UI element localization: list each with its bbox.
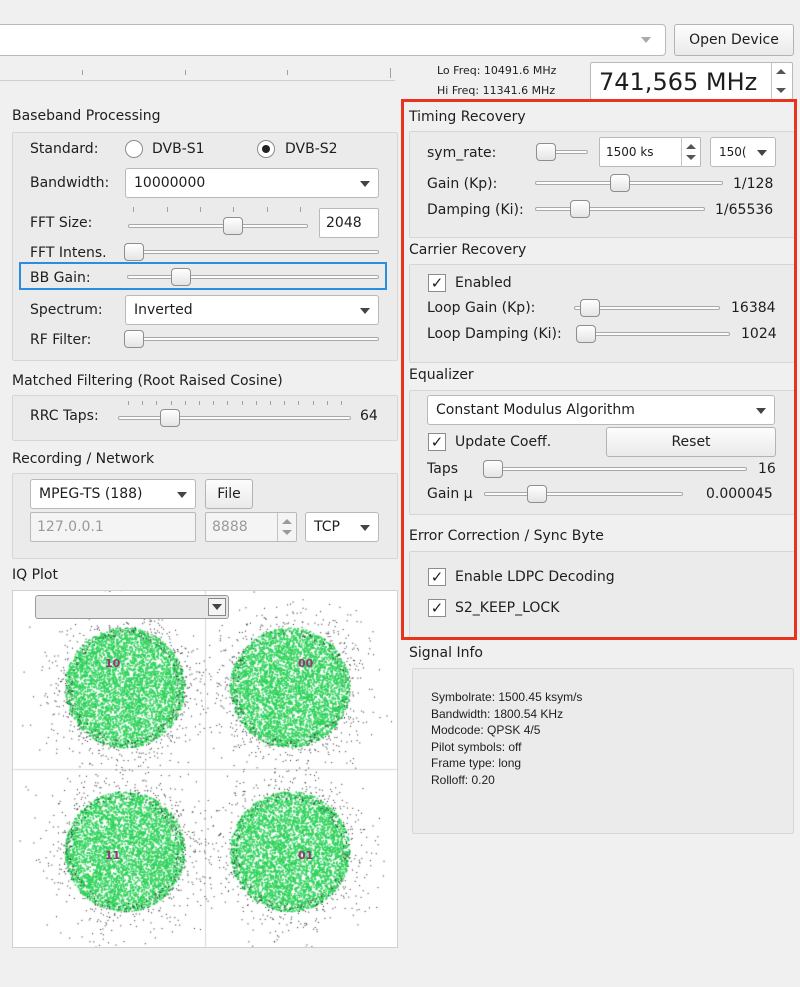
format-select[interactable]: MPEG-TS (188) (30, 479, 196, 509)
signal-info-frame: Frame type: long (431, 756, 522, 770)
rf-filter-slider[interactable] (127, 337, 379, 341)
bandwidth-label: Bandwidth: (30, 175, 110, 191)
port-spinbox[interactable]: 8888 (205, 512, 297, 542)
protocol-value: TCP (314, 519, 340, 535)
slider-tick (298, 401, 300, 405)
slider-tick (233, 207, 234, 212)
fft-size-handle[interactable] (223, 217, 243, 235)
protocol-select[interactable]: TCP (305, 512, 379, 542)
bb-gain-label: BB Gain: (30, 270, 91, 286)
slider-tick (270, 401, 271, 405)
iq-label-10: 10 (105, 657, 121, 670)
slider-tick (312, 401, 314, 405)
slider-tick (241, 401, 243, 405)
dvbs2-radio[interactable] (257, 140, 275, 158)
slider-tick (284, 401, 286, 405)
port-value: 8888 (212, 519, 248, 535)
chevron-down-icon (177, 492, 187, 498)
iq-plot: 10 00 11 01 (12, 590, 398, 948)
open-device-button[interactable]: Open Device (674, 24, 794, 56)
iq-constellation-canvas (13, 591, 397, 947)
frequency-spinbox[interactable]: 741,565 MHz (590, 62, 793, 100)
dvbs1-radio[interactable] (125, 140, 143, 158)
slider-tick (184, 401, 186, 405)
format-value: MPEG-TS (188) (39, 486, 143, 502)
slider-tick (255, 401, 257, 405)
ruler-tick (185, 70, 186, 75)
rrc-taps-slider[interactable] (118, 416, 351, 420)
slider-tick (213, 401, 215, 405)
standard-label: Standard: (30, 141, 99, 157)
ruler-tick (390, 68, 391, 78)
slider-tick (267, 207, 268, 212)
signal-info-modcode: Modcode: QPSK 4/5 (431, 723, 541, 737)
fft-size-slider[interactable] (128, 224, 308, 228)
bb-gain-slider[interactable] (127, 275, 379, 279)
spectrum-select[interactable]: Inverted (125, 295, 379, 325)
slider-tick (300, 207, 301, 212)
rrc-taps-handle[interactable] (160, 409, 180, 427)
frequency-ruler[interactable] (0, 64, 420, 94)
iq-label-11: 11 (105, 849, 121, 862)
signal-info-group: Symbolrate: 1500.45 ksym/s Bandwidth: 18… (412, 668, 794, 834)
fft-size-label: FFT Size: (30, 215, 93, 231)
chevron-down-icon (360, 181, 370, 187)
baseband-title: Baseband Processing (12, 108, 161, 124)
chevron-down-icon (641, 37, 651, 43)
chevron-down-icon (208, 598, 226, 616)
chevron-down-icon (360, 308, 370, 314)
slider-tick (341, 401, 342, 405)
iq-plot-select[interactable] (35, 595, 229, 619)
file-button[interactable]: File (205, 479, 253, 509)
dvbs2-label: DVB-S2 (285, 141, 338, 157)
signal-info-title: Signal Info (409, 645, 483, 661)
lo-freq-label: Lo Freq: 10491.6 MHz (437, 64, 557, 77)
rf-filter-label: RF Filter: (30, 332, 92, 348)
rf-filter-handle[interactable] (124, 330, 144, 348)
fft-size-input[interactable]: 2048 (319, 208, 379, 238)
spectrum-value: Inverted (134, 302, 193, 318)
slider-tick (170, 401, 172, 405)
iq-label-00: 00 (298, 657, 314, 670)
bandwidth-select[interactable]: 10000000 (125, 168, 379, 198)
slider-tick (200, 207, 201, 212)
slider-tick (326, 401, 328, 405)
slider-tick (167, 207, 168, 212)
fft-intens-handle[interactable] (124, 243, 144, 261)
ip-input[interactable]: 127.0.0.1 (30, 512, 196, 542)
slider-tick (199, 401, 200, 405)
signal-info-pilot: Pilot symbols: off (431, 739, 522, 754)
slider-tick (142, 401, 144, 405)
slider-tick (156, 401, 158, 405)
spectrum-label: Spectrum: (30, 302, 103, 318)
dvbs1-label: DVB-S1 (152, 141, 205, 157)
frequency-value: 741,565 MHz (599, 68, 758, 96)
right-panel-highlight (401, 99, 797, 640)
signal-info-lines: Symbolrate: 1500.45 ksym/s Bandwidth: 18… (431, 689, 582, 788)
rrc-taps-value: 64 (360, 408, 378, 424)
recording-title: Recording / Network (12, 451, 155, 467)
bb-gain-handle[interactable] (171, 268, 191, 286)
fft-intens-slider[interactable] (127, 250, 379, 254)
signal-info-symbolrate: Symbolrate: 1500.45 ksym/s (431, 690, 583, 704)
iq-title: IQ Plot (12, 567, 58, 583)
ruler-tick (287, 70, 288, 75)
signal-info-bandwidth: Bandwidth: 1800.54 KHz (431, 706, 564, 721)
slider-tick (128, 401, 129, 405)
fft-intens-label: FFT Intens. (30, 245, 107, 261)
iq-label-01: 01 (298, 849, 314, 862)
ruler-tick (82, 70, 83, 75)
hi-freq-label: Hi Freq: 11341.6 MHz (437, 84, 556, 97)
chevron-down-icon (360, 525, 370, 531)
matched-title: Matched Filtering (Root Raised Cosine) (12, 373, 283, 389)
slider-tick (227, 401, 229, 405)
bandwidth-value: 10000000 (134, 175, 206, 191)
port-spin-arrows[interactable] (277, 513, 296, 541)
slider-tick (133, 207, 134, 212)
device-select[interactable] (0, 24, 666, 56)
frequency-spin-arrows[interactable] (771, 63, 792, 99)
rrc-taps-label: RRC Taps: (30, 408, 99, 424)
signal-info-rolloff: Rolloff: 0.20 (431, 772, 495, 787)
